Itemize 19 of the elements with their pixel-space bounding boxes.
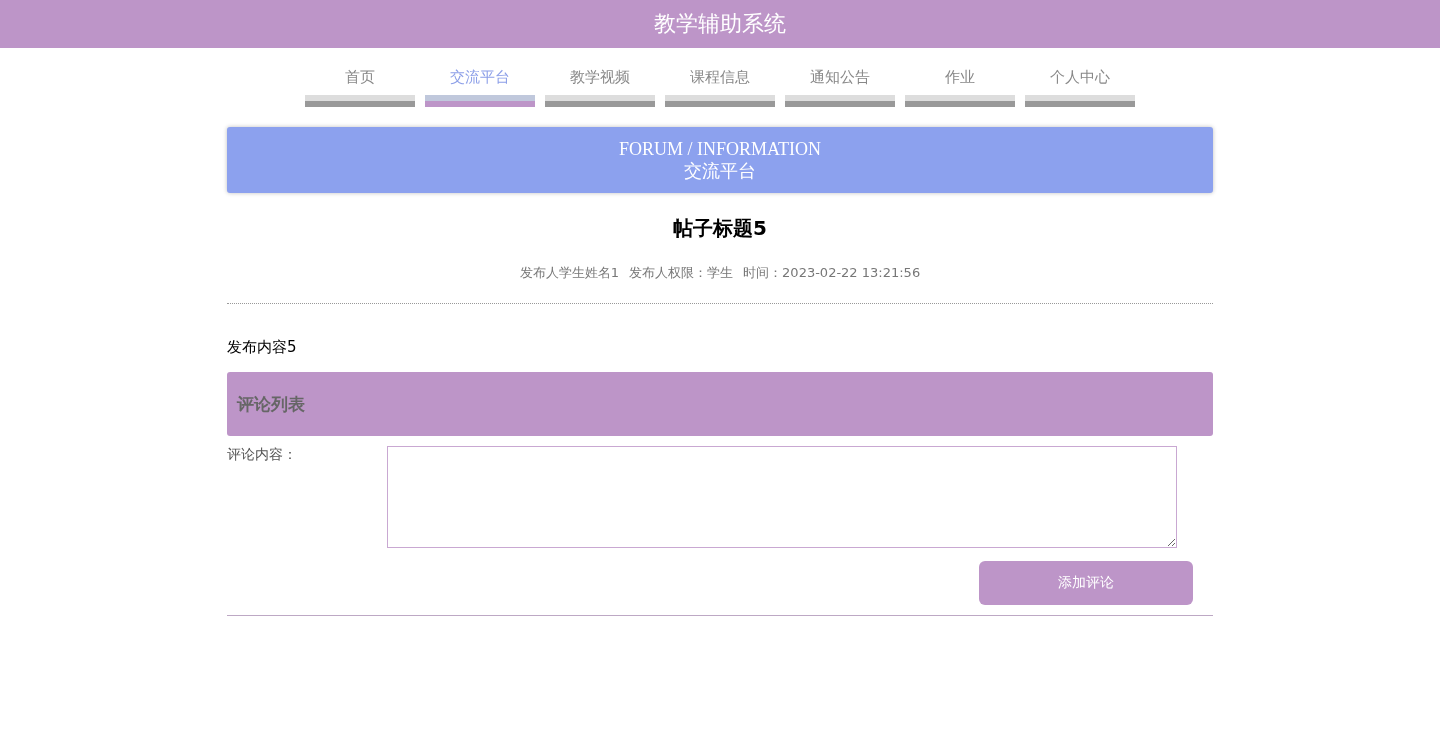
comments-heading: 评论列表: [237, 392, 305, 416]
nav-tab[interactable]: 个人中心: [1025, 68, 1135, 107]
post-meta: 时间：2023-02-22 13:21:56: [743, 264, 921, 282]
nav-tab[interactable]: 课程信息: [665, 68, 775, 107]
site-title: 教学辅助系统: [654, 10, 786, 38]
post-meta: 发布人权限：学生: [629, 264, 734, 282]
nav-tab[interactable]: 教学视频: [545, 68, 655, 107]
nav-tab[interactable]: 作业: [905, 68, 1015, 107]
banner-title-en: FORUM / INFORMATION: [619, 138, 821, 160]
nav-tab[interactable]: 交流平台: [425, 68, 535, 107]
post-meta: 发布人学生姓名1: [519, 264, 620, 282]
post-content: 发布内容5: [227, 338, 298, 357]
add-comment-button[interactable]: 添加评论: [979, 561, 1193, 605]
nav-tab[interactable]: 首页: [305, 68, 415, 107]
field-label: 评论内容：: [227, 446, 298, 464]
post-title: 帖子标题5: [672, 215, 768, 242]
nav-tab[interactable]: 通知公告: [785, 68, 895, 107]
comment-input[interactable]: [387, 446, 1177, 548]
banner-title-cn: 交流平台: [684, 160, 756, 182]
